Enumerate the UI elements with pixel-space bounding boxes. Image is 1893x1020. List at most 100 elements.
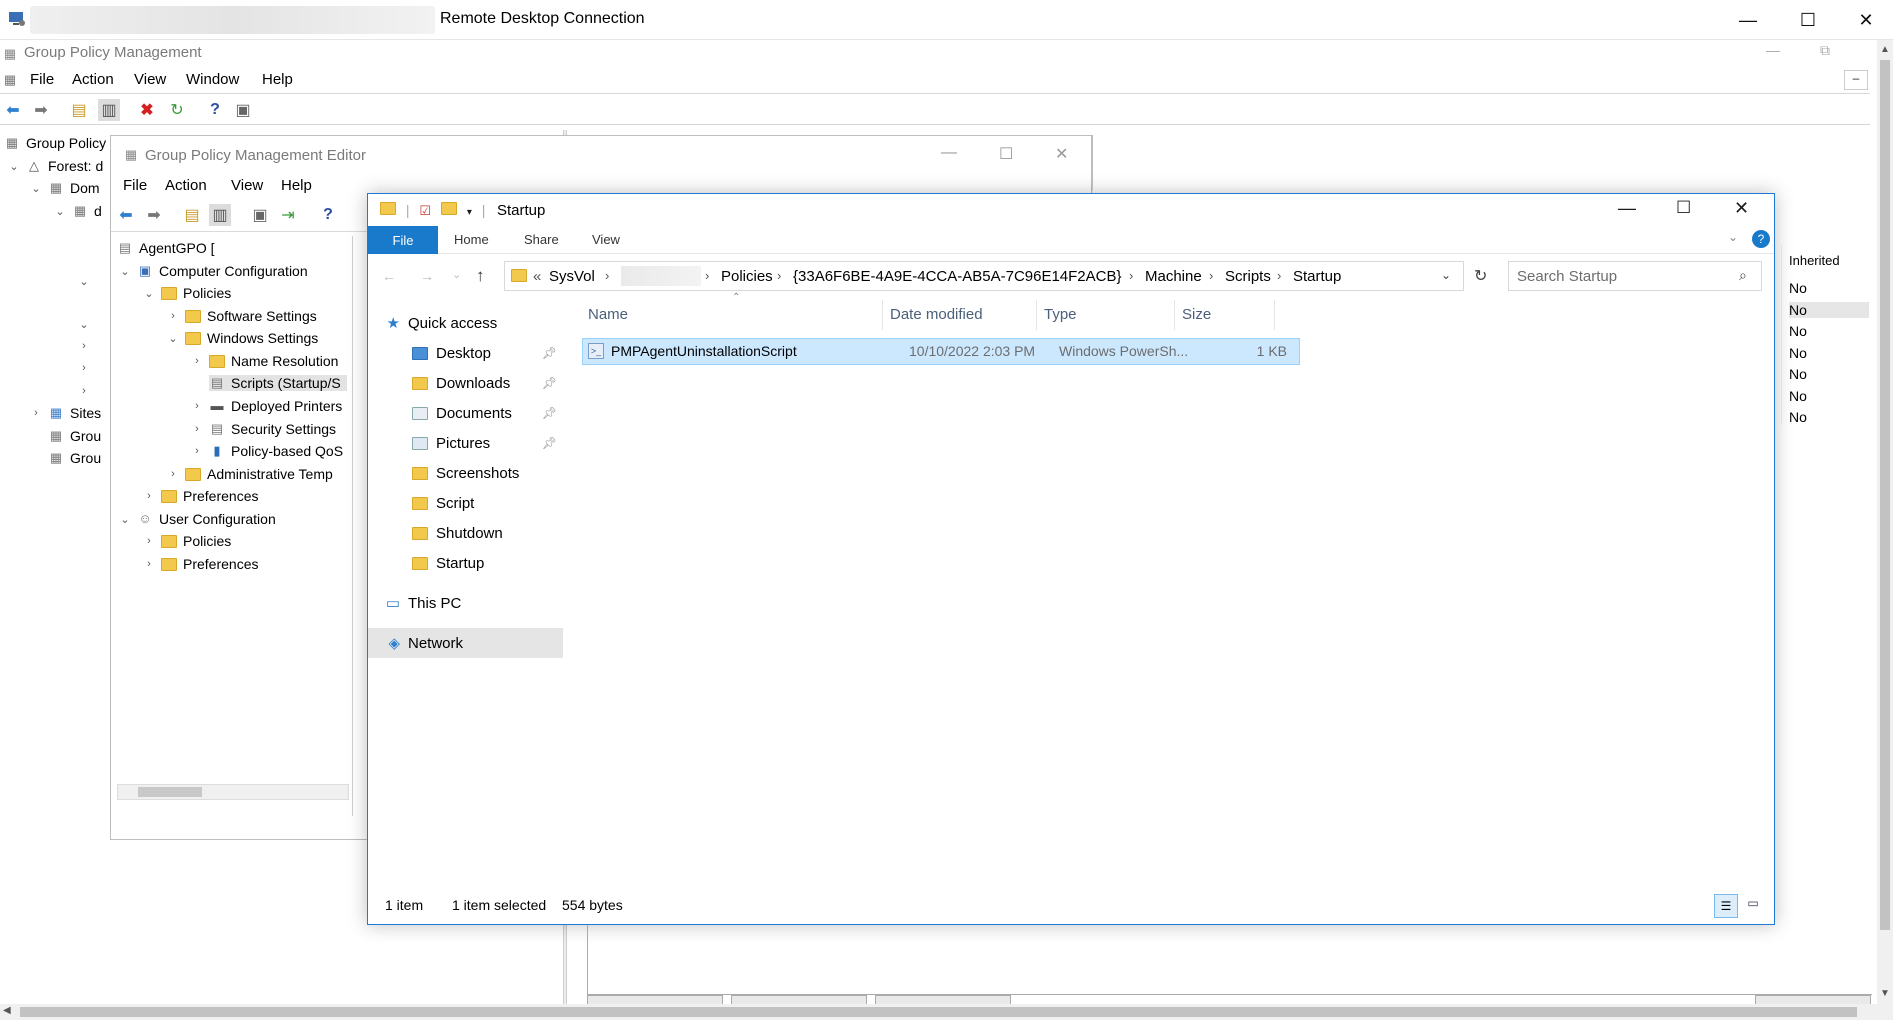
close-button[interactable]: ✕ [1838,0,1893,40]
column-name[interactable]: Name [588,306,628,323]
chevron-right-icon[interactable]: › [705,268,709,283]
tree-item-forest[interactable]: ⌄ △ Forest: d [8,158,103,174]
tree-item-group-policy-results[interactable]: ▦ Grou [48,450,101,466]
file-row[interactable]: >_ PMPAgentUninstallationScript 10/10/20… [582,338,1300,365]
help-icon[interactable]: ? [317,204,339,226]
chevron-down-icon[interactable]: ⌄ [78,318,90,331]
ribbon-tab-share[interactable]: Share [524,232,559,247]
maximize-button[interactable]: ☐ [1780,0,1836,40]
explorer-minimize-button[interactable]: — [1618,198,1636,219]
search-icon[interactable]: ⌕ [1739,267,1747,284]
menu-window[interactable]: Window [186,71,239,88]
horizontal-scrollbar[interactable]: ◀ [0,1004,1877,1020]
address-bar[interactable]: « SysVol › › Policies › {33A6F6BE-4A9E-4… [504,261,1464,291]
tree-item-administrative-templates[interactable]: › Administrative Temp [167,466,333,482]
explorer-close-button[interactable]: ✕ [1734,198,1749,219]
chevron-right-icon[interactable]: › [78,385,90,397]
tree-horizontal-scrollbar[interactable] [117,784,349,800]
nav-item-desktop[interactable]: Desktop 📌︎ [368,338,563,368]
crumb-machine[interactable]: Machine [1145,268,1202,285]
large-icons-view-icon[interactable]: ▭ [1742,896,1764,916]
menu-file[interactable]: File [30,71,54,88]
gpm-restore-button[interactable]: ⧉ [1820,42,1830,59]
properties-check-icon[interactable]: ☑ [419,203,431,218]
gpme-minimize-button[interactable]: — [941,144,957,162]
nav-item-startup[interactable]: Startup [368,548,563,578]
tree-item-windows-settings[interactable]: ⌄ Windows Settings [167,330,318,346]
show-hide-tree-icon[interactable]: ▥ [209,204,231,226]
tree-item-group-policy-modeling[interactable]: ▦ Grou [48,428,101,444]
tree-item-preferences[interactable]: › Preferences [143,488,258,504]
recent-locations-icon[interactable]: ⌄ [452,268,461,281]
nav-item-shutdown[interactable]: Shutdown [368,518,563,548]
chevron-right-icon[interactable]: › [143,535,155,547]
menu-action[interactable]: Action [72,71,114,88]
menu-view[interactable]: View [134,71,166,88]
up-folder-icon[interactable]: ▤ [68,99,90,121]
up-arrow-icon[interactable]: ↑ [476,266,485,286]
chevron-down-icon[interactable]: ⌄ [143,287,155,300]
chevron-down-icon[interactable]: ⌄ [30,182,42,195]
chevron-right-icon[interactable]: › [777,268,781,283]
tree-item-domains[interactable]: ⌄ ▦ Dom [30,180,99,196]
tree-item-name-resolution[interactable]: › Name Resolution [191,353,338,369]
tree-item-agentgpo[interactable]: ▤ AgentGPO [ [117,240,215,256]
refresh-icon[interactable]: ↻ [1474,266,1487,286]
search-input[interactable]: Search Startup ⌕ [1508,261,1762,291]
tree-expander[interactable]: › [78,385,90,397]
crumb-policies[interactable]: Policies [721,268,773,285]
chevron-down-icon[interactable]: ⌄ [167,332,179,345]
tree-item-computer-configuration[interactable]: ⌄ ▣ Computer Configuration [119,263,307,279]
crumb-sysvol[interactable]: SysVol [549,268,595,285]
column-divider[interactable] [1174,300,1175,330]
column-divider[interactable] [1036,300,1037,330]
tree-item-software-settings[interactable]: › Software Settings [167,308,317,324]
column-date-modified[interactable]: Date modified [890,306,983,323]
crumb-startup[interactable]: Startup [1293,268,1341,285]
minimize-button[interactable]: — [1720,0,1776,40]
help-icon[interactable]: ? [1752,230,1770,248]
chevron-down-icon[interactable]: ⌄ [54,205,66,218]
scrollbar-thumb[interactable] [20,1007,1857,1017]
explorer-maximize-button[interactable]: ☐ [1676,198,1691,218]
nav-item-downloads[interactable]: Downloads 📌︎ [368,368,563,398]
mdi-minimize-button[interactable]: – [1844,70,1868,90]
forward-arrow-icon[interactable]: ➡ [30,99,52,121]
chevron-right-icon[interactable]: › [1129,268,1133,283]
export-list-icon[interactable]: ⇥ [277,204,299,226]
tree-item-scripts[interactable]: ▤ Scripts (Startup/S [209,375,347,391]
help-icon[interactable]: ? [204,99,226,121]
chevron-right-icon[interactable]: › [143,558,155,570]
chevron-right-icon[interactable]: › [143,490,155,502]
chevron-right-icon[interactable]: › [167,310,179,322]
folder-icon[interactable] [380,202,396,215]
tree-item-user-preferences[interactable]: › Preferences [143,556,258,572]
ribbon-tab-home[interactable]: Home [454,232,489,247]
gpme-close-button[interactable]: ✕ [1055,144,1068,164]
scroll-up-icon[interactable]: ▲ [1880,44,1890,55]
nav-quick-access[interactable]: ★ Quick access [368,308,563,338]
scrollbar-thumb[interactable] [138,787,202,797]
chevron-right-icon[interactable]: › [167,468,179,480]
chevron-right-icon[interactable]: › [191,445,203,457]
chevron-right-icon[interactable]: › [1277,268,1281,283]
chevron-down-icon[interactable]: ⌄ [78,275,90,288]
refresh-icon[interactable]: ↻ [166,99,188,121]
customize-dropdown-icon[interactable]: ▾ [467,207,472,218]
tree-item-user-policies[interactable]: › Policies [143,533,231,549]
chevron-down-icon[interactable]: ⌄ [8,160,20,173]
ribbon-tab-view[interactable]: View [592,232,620,247]
tree-expander[interactable]: › [78,362,90,374]
tree-item-domain[interactable]: ⌄ ▦ d [54,203,101,219]
chevron-right-icon[interactable]: › [191,355,203,367]
column-header-inherited[interactable]: Inherited [1789,253,1840,268]
chevron-right-icon[interactable]: › [191,400,203,412]
nav-item-pictures[interactable]: Pictures 📌︎ [368,428,563,458]
tree-item-sites[interactable]: › ▦ Sites [30,405,101,421]
back-arrow-icon[interactable]: ⬅ [115,204,137,226]
forward-arrow-icon[interactable]: ➡ [143,204,165,226]
tree-item-policies[interactable]: ⌄ Policies [143,285,231,301]
column-divider[interactable] [882,300,883,330]
column-divider[interactable] [1274,300,1275,330]
nav-item-screenshots[interactable]: Screenshots [368,458,563,488]
